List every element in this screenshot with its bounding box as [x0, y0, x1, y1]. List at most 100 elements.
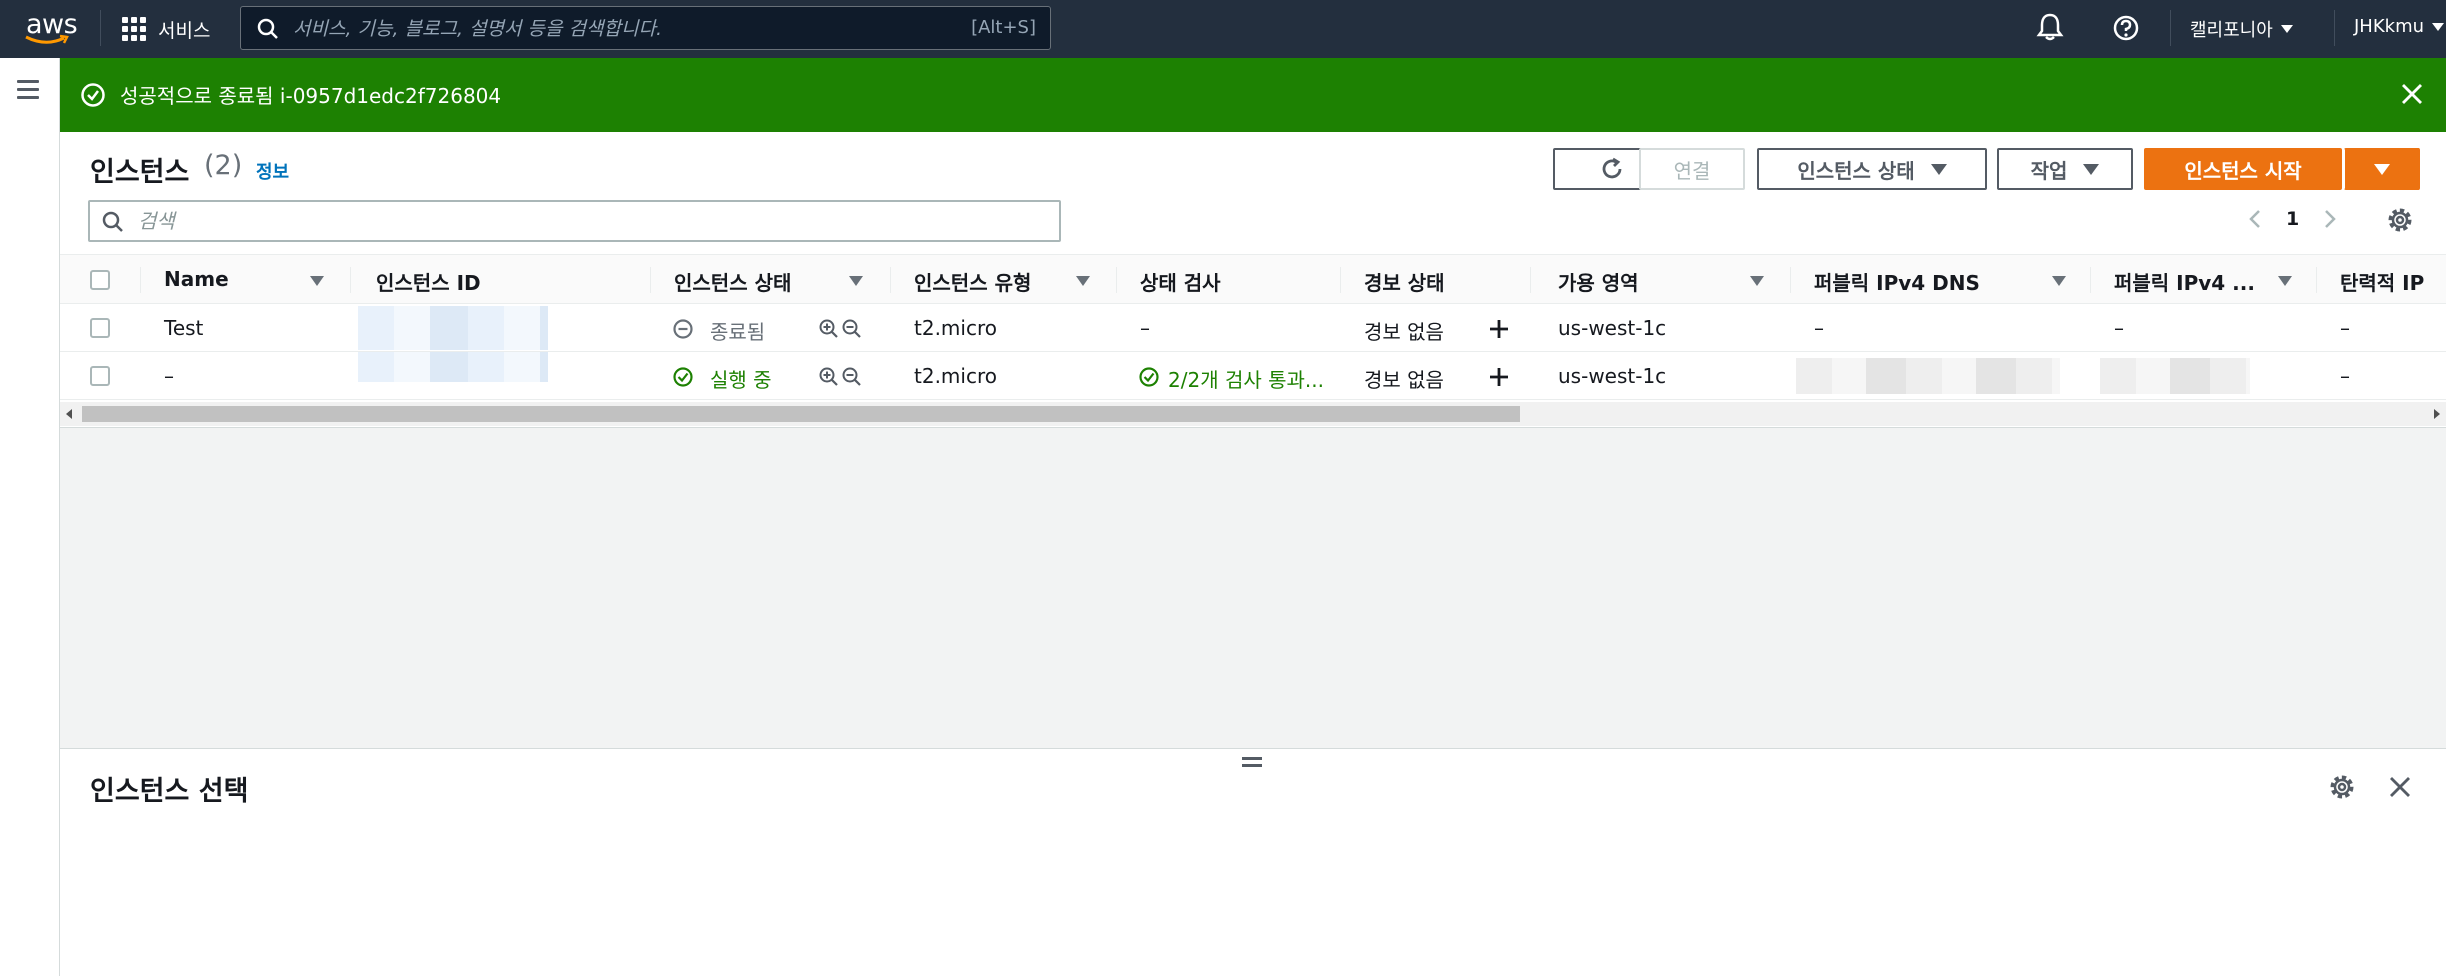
global-search-input[interactable] — [293, 15, 933, 43]
success-flashbar: 성공적으로 종료됨 i-0957d1edc2f726804 — [60, 58, 2446, 132]
instance-search-input[interactable] — [138, 209, 1018, 233]
elastic-ip: – — [2340, 316, 2350, 340]
caret-down-icon — [2373, 163, 2390, 175]
flash-message: 성공적으로 종료됨 i-0957d1edc2f726804 — [120, 84, 502, 108]
refresh-icon — [1602, 157, 1622, 179]
table-row[interactable]: – 실행 중 t2.micro 2/2개 검사 통과... 경보 없음 us-w… — [60, 352, 2446, 400]
split-panel-settings-gear-icon[interactable] — [2328, 773, 2356, 801]
passed-check-icon — [1139, 367, 1159, 387]
scroll-left-arrow-icon[interactable] — [66, 409, 72, 419]
column-separator — [1116, 267, 1117, 293]
services-menu-button[interactable]: 서비스 — [122, 14, 210, 44]
column-header-instance-type[interactable]: 인스턴스 유형 — [914, 267, 1031, 296]
elastic-ip: – — [2340, 364, 2350, 388]
divider — [100, 10, 101, 46]
launch-instances-button[interactable]: 인스턴스 시작 — [2144, 148, 2342, 190]
chevron-left-icon[interactable] — [2248, 208, 2262, 230]
notifications-bell-icon[interactable] — [2036, 12, 2064, 46]
caret-down-icon — [2280, 25, 2293, 33]
filter-icon[interactable] — [1750, 276, 1764, 286]
redacted-instance-id[interactable] — [358, 352, 548, 382]
public-dns: – — [1814, 316, 1824, 340]
menu-icon[interactable] — [17, 80, 39, 104]
column-separator — [1530, 267, 1531, 293]
column-header-elastic-ip[interactable]: 탄력적 IP — [2340, 267, 2424, 296]
filter-icon[interactable] — [849, 276, 863, 286]
close-icon[interactable] — [2400, 82, 2424, 106]
table-row[interactable]: Test 종료됨 t2.micro – 경보 없음 us-west-1c – –… — [60, 304, 2446, 352]
close-icon[interactable] — [2388, 775, 2412, 799]
settings-gear-icon[interactable] — [2386, 206, 2414, 234]
zoom-in-out-icon[interactable] — [818, 366, 862, 388]
account-menu[interactable]: JHKkmu — [2354, 16, 2445, 37]
availability-zone: us-west-1c — [1558, 316, 1667, 340]
filter-icon[interactable] — [310, 276, 324, 286]
add-alarm-plus-icon[interactable] — [1488, 318, 1510, 340]
instance-type: t2.micro — [914, 364, 997, 388]
redacted-public-ipv4[interactable] — [2100, 358, 2250, 394]
column-header-public-ipv4-dns[interactable]: 퍼블릭 IPv4 DNS — [1814, 267, 1980, 296]
split-panel: 인스턴스 선택 — [60, 748, 2446, 976]
divider — [2170, 10, 2171, 46]
global-search[interactable]: [Alt+S] — [240, 6, 1051, 50]
row-checkbox[interactable] — [90, 318, 110, 338]
instance-count: (2) — [204, 150, 243, 181]
user-label: JHKkmu — [2354, 16, 2425, 37]
aws-logo[interactable]: aws — [24, 8, 78, 48]
status-check[interactable]: 2/2개 검사 통과... — [1168, 364, 1324, 393]
instance-state-dropdown[interactable]: 인스턴스 상태 — [1757, 148, 1987, 190]
page-title: 인스턴스 — [90, 157, 190, 188]
filter-icon[interactable] — [1076, 276, 1090, 286]
zoom-in-out-icon[interactable] — [818, 318, 862, 340]
launch-options-dropdown[interactable] — [2344, 148, 2420, 190]
instance-search[interactable] — [88, 200, 1061, 242]
instance-state-text: 종료됨 — [710, 320, 766, 344]
column-separator — [890, 267, 891, 293]
divider — [2334, 10, 2335, 46]
horizontal-scrollbar[interactable] — [60, 402, 2446, 426]
actions-dropdown[interactable]: 작업 — [1997, 148, 2133, 190]
connect-button[interactable]: 연결 — [1639, 148, 1745, 190]
info-link[interactable]: 정보 — [256, 158, 289, 184]
status-check: – — [1140, 316, 1150, 340]
scroll-right-arrow-icon[interactable] — [2434, 409, 2440, 419]
column-header-status-check[interactable]: 상태 검사 — [1140, 267, 1221, 296]
top-navigation-bar: aws 서비스 [Alt+S] 캘리포니아 — [0, 0, 2446, 58]
stopped-status-icon — [673, 319, 693, 339]
page-number[interactable]: 1 — [2286, 208, 2299, 230]
caret-down-icon — [2432, 22, 2445, 31]
redacted-instance-id[interactable] — [358, 306, 548, 350]
running-status-icon — [673, 367, 693, 387]
caret-down-icon — [2083, 163, 2100, 175]
chevron-right-icon[interactable] — [2323, 208, 2337, 230]
aws-smile-icon — [25, 34, 69, 44]
column-separator — [650, 267, 651, 293]
select-all-checkbox[interactable] — [90, 270, 110, 290]
column-header-availability-zone[interactable]: 가용 영역 — [1558, 267, 1639, 296]
add-alarm-plus-icon[interactable] — [1488, 366, 1510, 388]
launch-label: 인스턴스 시작 — [2184, 158, 2302, 183]
region-label: 캘리포니아 — [2190, 20, 2273, 41]
column-header-name[interactable]: Name — [164, 267, 229, 291]
column-separator — [2316, 267, 2317, 293]
alarm-status: 경보 없음 — [1364, 320, 1444, 344]
filter-icon[interactable] — [2052, 276, 2066, 286]
instance-state-text: 실행 중 — [710, 368, 772, 392]
actions-label: 작업 — [2030, 158, 2068, 183]
redacted-public-dns[interactable] — [1796, 358, 2060, 394]
row-checkbox[interactable] — [90, 366, 110, 386]
scrollbar-thumb[interactable] — [82, 406, 1520, 422]
column-header-instance-state[interactable]: 인스턴스 상태 — [674, 267, 791, 296]
column-separator — [350, 267, 351, 293]
instance-type: t2.micro — [914, 316, 997, 340]
column-header-instance-id[interactable]: 인스턴스 ID — [376, 267, 481, 296]
instance-name: Test — [164, 316, 204, 340]
column-header-public-ipv4[interactable]: 퍼블릭 IPv4 ... — [2114, 267, 2255, 296]
column-header-alarm-status[interactable]: 경보 상태 — [1364, 267, 1445, 296]
resize-handle-icon[interactable] — [1242, 757, 1262, 771]
instance-state-label: 인스턴스 상태 — [1797, 158, 1915, 183]
filter-icon[interactable] — [2278, 276, 2292, 286]
help-icon[interactable] — [2112, 14, 2140, 46]
instance-name: – — [164, 364, 174, 388]
region-selector[interactable]: 캘리포니아 — [2190, 16, 2293, 42]
